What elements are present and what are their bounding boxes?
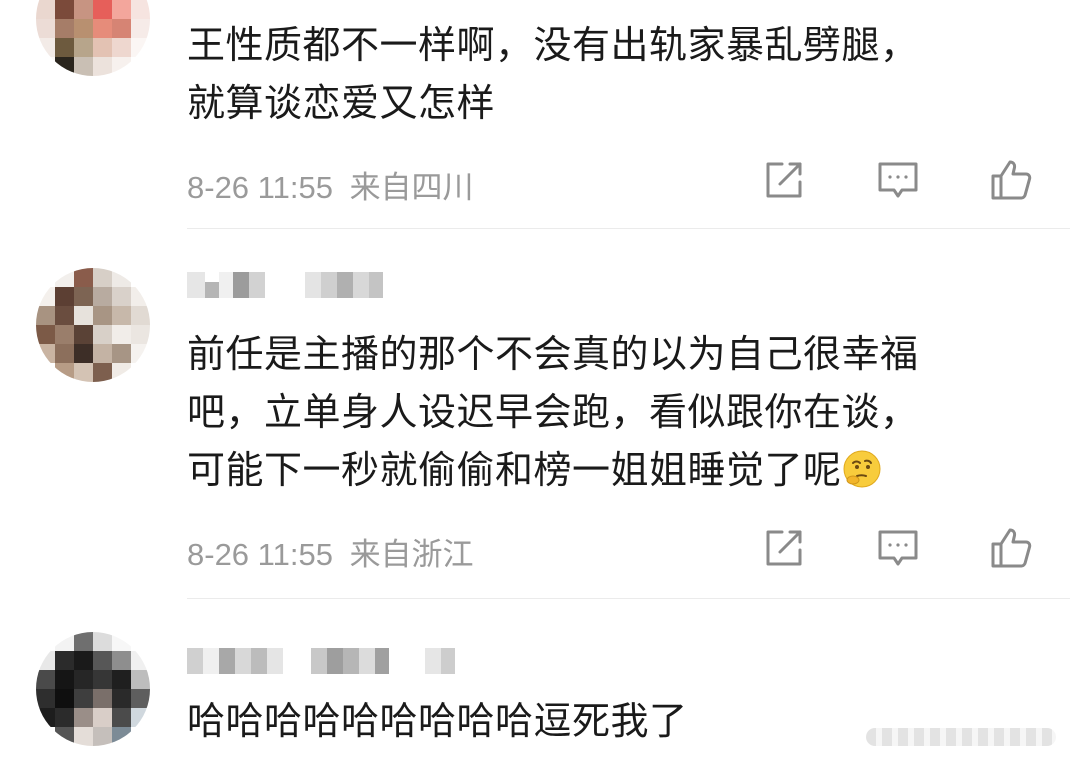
comment-text: 王性质都不一样啊，没有出轨家暴乱劈腿， 就算谈恋爱又怎样 <box>187 16 1047 132</box>
comment-text: 前任是主播的那个不会真的以为自己很幸福 吧，立单身人设迟早会跑，看似跟你在谈， … <box>187 325 1047 499</box>
thumbs-up-icon <box>991 528 1032 568</box>
comment-location: 来自四川 <box>349 170 474 205</box>
share-button[interactable] <box>760 524 808 572</box>
comment-icon <box>878 530 918 566</box>
comment-time: 8-26 11:55 <box>187 170 333 205</box>
comment-text-line: 吧，立单身人设迟早会跑，看似跟你在谈， <box>187 390 919 434</box>
comment-meta: 8-26 11:55 来自四川 <box>187 162 474 207</box>
reply-button[interactable] <box>874 156 922 204</box>
share-button[interactable] <box>760 156 808 204</box>
divider <box>187 228 1070 229</box>
thumbs-up-icon <box>991 160 1032 200</box>
comment-actions <box>760 524 1036 572</box>
comment-time: 8-26 11:55 <box>187 537 333 572</box>
reply-button[interactable] <box>874 524 922 572</box>
divider <box>187 598 1070 599</box>
avatar[interactable] <box>36 0 150 76</box>
comment-icon <box>878 162 918 198</box>
comment-text-line: 可能下一秒就偷偷和榜一姐姐睡觉了呢 <box>187 441 1047 499</box>
username-blurred[interactable] <box>187 648 455 674</box>
like-button[interactable] <box>988 156 1036 204</box>
comment-text-line: 就算谈恋爱又怎样 <box>187 81 496 125</box>
comment-location: 来自浙江 <box>349 537 474 572</box>
share-icon <box>766 530 802 566</box>
watermark <box>866 728 1056 746</box>
username-blurred[interactable] <box>187 272 383 298</box>
avatar[interactable] <box>36 268 150 382</box>
comment-text-segment: 可能下一秒就偷偷和榜一姐姐睡觉了呢 <box>187 448 842 492</box>
thinking-face-icon <box>843 450 881 488</box>
like-button[interactable] <box>988 524 1036 572</box>
comment-meta: 8-26 11:55 来自浙江 <box>187 529 474 574</box>
comment-text-line: 王性质都不一样啊，没有出轨家暴乱劈腿， <box>187 23 919 67</box>
comment-text-line: 前任是主播的那个不会真的以为自己很幸福 <box>187 332 919 376</box>
share-icon <box>766 162 802 198</box>
avatar[interactable] <box>36 632 150 746</box>
comment-actions <box>760 156 1036 204</box>
